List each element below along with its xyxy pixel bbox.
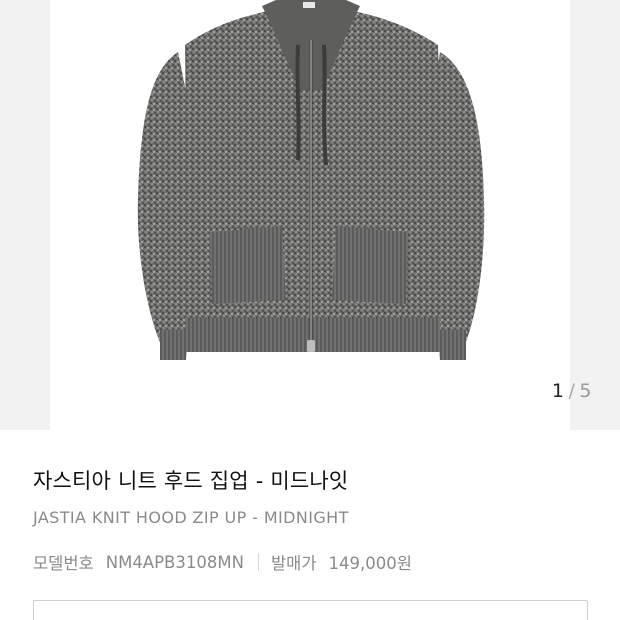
product-image[interactable] bbox=[0, 0, 620, 430]
pager-current: 1 bbox=[551, 380, 565, 402]
image-pager: 1/5 bbox=[552, 380, 592, 402]
size-select-box[interactable] bbox=[33, 600, 588, 620]
pager-separator: / bbox=[568, 380, 576, 402]
left-cuff bbox=[160, 330, 186, 360]
right-cuff bbox=[440, 330, 466, 360]
product-meta: 모델번호 NM4APB3108MN 발매가 149,000원 bbox=[33, 550, 412, 574]
meta-divider bbox=[257, 553, 259, 571]
product-image-gallery[interactable]: 1/5 bbox=[0, 0, 620, 430]
right-pocket bbox=[332, 226, 408, 304]
release-price-value: 149,000원 bbox=[328, 554, 412, 573]
pager-total: 5 bbox=[579, 380, 592, 402]
product-page: 1/5 자스티아 니트 후드 집업 - 미드나잇 JASTIA KNIT HOO… bbox=[0, 0, 620, 620]
left-drawstring bbox=[295, 44, 301, 161]
right-drawstring bbox=[322, 44, 328, 166]
left-pocket bbox=[210, 226, 286, 304]
release-price-label: 발매가 bbox=[270, 554, 317, 573]
model-number-label: 모델번호 bbox=[33, 554, 94, 573]
zipper-pull bbox=[307, 340, 315, 352]
product-title: 자스티아 니트 후드 집업 - 미드나잇 bbox=[33, 469, 349, 493]
model-number-value: NM4APB3108MN bbox=[105, 552, 244, 572]
brand-tag bbox=[303, 2, 315, 8]
product-subtitle: JASTIA KNIT HOOD ZIP UP - MIDNIGHT bbox=[33, 508, 349, 527]
